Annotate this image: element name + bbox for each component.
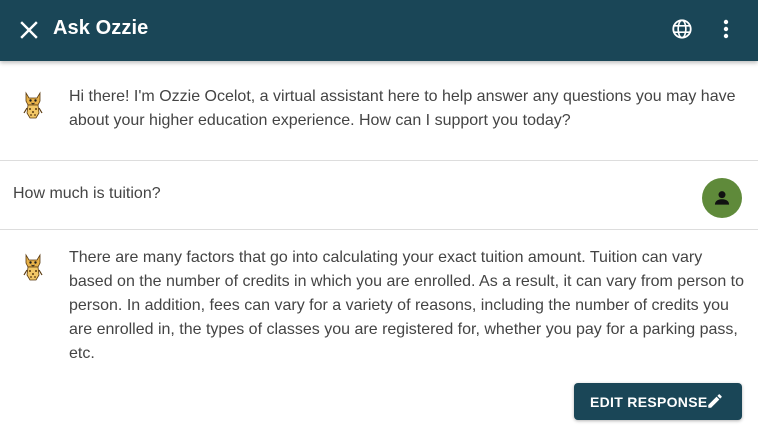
bot-answer-text: There are many factors that go into calc… xyxy=(69,249,745,362)
user-question-text: How much is tuition? xyxy=(13,185,161,202)
header-title: Ask Ozzie xyxy=(53,17,149,39)
pencil-icon xyxy=(708,394,722,408)
bot-message-greeting: Hi there! I'm Ozzie Ocelot, a virtual as… xyxy=(0,61,758,161)
close-button[interactable] xyxy=(16,17,42,43)
bot-message-answer: There are many factors that go into calc… xyxy=(0,231,758,435)
more-options-button[interactable] xyxy=(714,16,738,42)
globe-icon xyxy=(672,19,692,39)
person-icon xyxy=(714,191,730,205)
bot-greeting-text: Hi there! I'm Ozzie Ocelot, a virtual as… xyxy=(69,88,736,129)
user-avatar xyxy=(702,178,742,218)
edit-response-button[interactable]: EDIT RESPONSE xyxy=(574,383,742,420)
user-message: How much is tuition? xyxy=(0,162,758,230)
close-icon xyxy=(20,21,38,39)
ocelot-mascot-icon xyxy=(22,253,44,281)
ocelot-mascot-icon xyxy=(22,91,44,119)
edit-response-label: EDIT RESPONSE xyxy=(590,393,708,410)
app-header: Ask Ozzie xyxy=(0,0,758,61)
more-vert-icon xyxy=(723,19,729,39)
language-button[interactable] xyxy=(669,16,695,42)
